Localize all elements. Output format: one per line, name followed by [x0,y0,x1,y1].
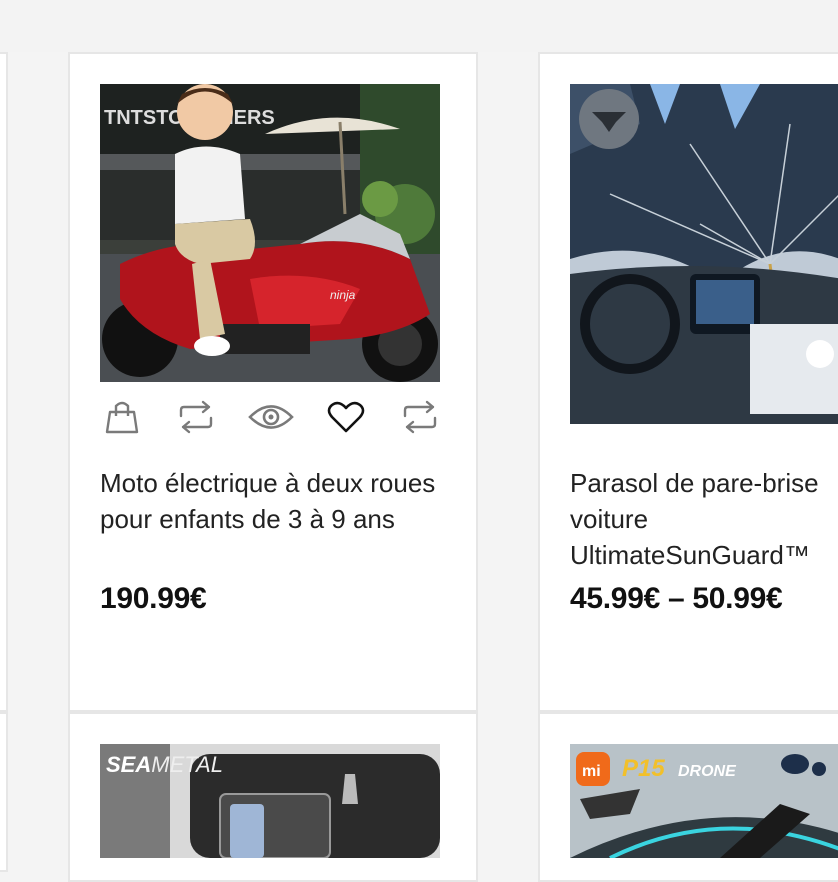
product-title[interactable]: Moto électrique à deux roues pour enfant… [100,465,445,537]
top-bar [0,0,838,52]
compare-icon-secondary[interactable] [398,395,442,439]
product-image-moto[interactable]: TNTSTO EAMERS ninja [100,84,440,382]
product-image-drone[interactable]: mi P15 DRONE [570,744,838,858]
product-actions-moto [100,395,440,439]
product-price: 45.99€ – 50.99€ [570,582,783,615]
add-to-cart-bag-icon[interactable] [100,395,144,439]
product-image-seametal[interactable]: SEAMETAL [100,744,440,858]
brand-text-drone: P15 [622,755,665,782]
product-card-left-partial-bottom [0,712,8,872]
product-title[interactable]: Parasol de pare-brise voiture UltimateSu… [570,465,838,573]
compare-icon[interactable] [174,395,218,439]
brand-text-seametal: SEAMETAL [106,752,223,777]
product-price: 190.99€ [100,582,207,615]
svg-text:DRONE: DRONE [678,763,737,780]
wishlist-heart-icon[interactable] [324,395,368,439]
svg-text:mi: mi [582,763,601,780]
svg-text:ninja: ninja [330,288,356,302]
product-card-left-partial [0,52,8,712]
product-image-parasol[interactable] [570,84,838,424]
quick-view-eye-icon[interactable] [248,395,294,439]
